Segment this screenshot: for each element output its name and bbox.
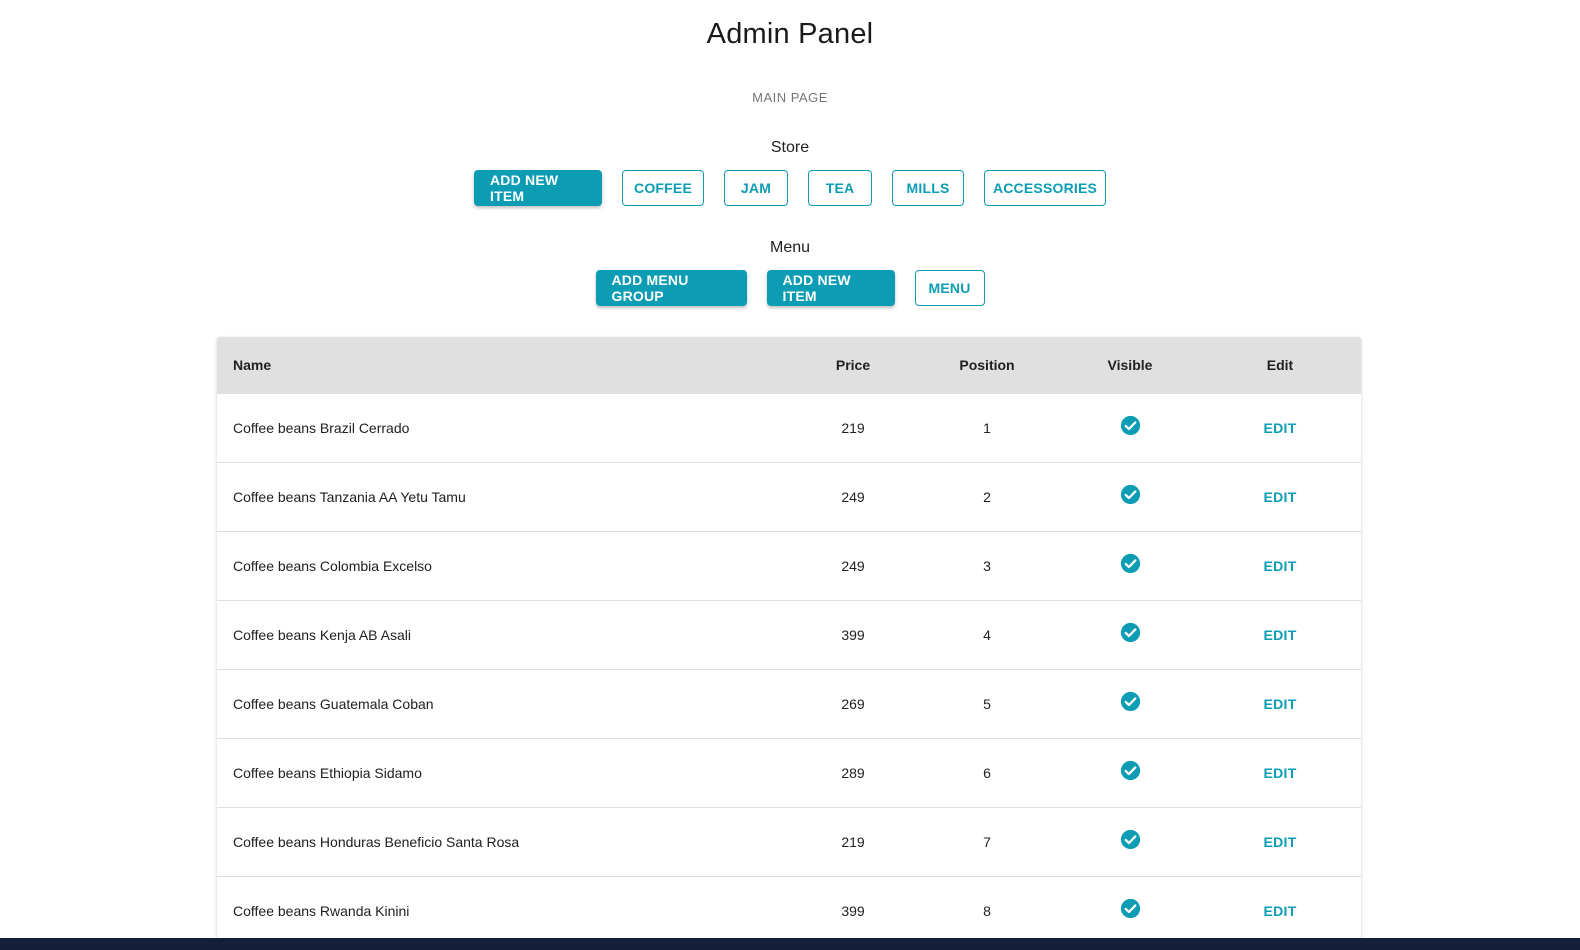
menu-section-label: Menu <box>769 239 811 256</box>
item-edit-cell: EDIT <box>1199 669 1361 738</box>
table-row: Coffee beans Honduras Beneficio Santa Ro… <box>217 807 1361 876</box>
edit-button[interactable]: EDIT <box>1263 420 1296 436</box>
item-edit-cell: EDIT <box>1199 393 1361 462</box>
check-circle-icon <box>1120 622 1140 643</box>
item-name-cell: Coffee beans Colombia Excelso <box>233 557 432 574</box>
item-price-cell: 219 <box>841 833 865 850</box>
store-tea-button[interactable]: TEA <box>808 170 872 206</box>
item-edit-cell: EDIT <box>1199 738 1361 807</box>
table-row: Coffee beans Colombia Excelso 249 3 EDIT <box>217 531 1361 600</box>
menu-button-row: ADD MENU GROUP ADD NEW ITEM MENU <box>0 270 1580 306</box>
check-circle-icon <box>1120 484 1140 505</box>
item-name-cell: Coffee beans Guatemala Coban <box>233 695 434 712</box>
check-circle-icon <box>1120 691 1140 712</box>
main-page-link[interactable]: MAIN PAGE <box>0 90 1580 105</box>
item-position-cell: 3 <box>983 557 991 574</box>
edit-button[interactable]: EDIT <box>1263 558 1296 574</box>
check-circle-icon <box>1120 553 1140 574</box>
item-position-cell: 6 <box>983 764 991 781</box>
edit-button[interactable]: EDIT <box>1263 627 1296 643</box>
item-visible-cell <box>1061 876 1199 945</box>
menu-button[interactable]: MENU <box>914 270 985 306</box>
item-visible-cell <box>1061 669 1199 738</box>
table-row: Coffee beans Ethiopia Sidamo 289 6 EDIT <box>217 738 1361 807</box>
page-title: Admin Panel <box>706 18 874 50</box>
taskbar <box>0 938 1580 950</box>
item-position-cell: 4 <box>983 626 991 643</box>
item-edit-cell: EDIT <box>1199 462 1361 531</box>
item-price-cell: 399 <box>841 902 865 919</box>
add-menu-group-button[interactable]: ADD MENU GROUP <box>595 270 747 306</box>
item-position-cell: 2 <box>983 488 991 505</box>
edit-button[interactable]: EDIT <box>1263 696 1296 712</box>
item-price-cell: 269 <box>841 695 865 712</box>
check-circle-icon <box>1120 829 1140 850</box>
admin-page: Admin Panel MAIN PAGE Store ADD NEW ITEM… <box>0 0 1580 950</box>
item-visible-cell <box>1061 531 1199 600</box>
item-visible-cell <box>1061 738 1199 807</box>
edit-button[interactable]: EDIT <box>1263 489 1296 505</box>
edit-button[interactable]: EDIT <box>1263 903 1296 919</box>
check-circle-icon <box>1120 415 1140 436</box>
item-name-cell: Coffee beans Kenja AB Asali <box>233 626 411 643</box>
item-name-cell: Coffee beans Tanzania AA Yetu Tamu <box>233 488 466 505</box>
item-edit-cell: EDIT <box>1199 531 1361 600</box>
table-body: Coffee beans Brazil Cerrado 219 1 EDIT Coffe… <box>217 393 1361 945</box>
item-visible-cell <box>1061 807 1199 876</box>
table-row: Coffee beans Brazil Cerrado 219 1 EDIT <box>217 393 1361 462</box>
item-name-cell: Coffee beans Honduras Beneficio Santa Ro… <box>233 833 520 850</box>
item-name-cell: Coffee beans Brazil Cerrado <box>233 419 410 436</box>
column-header-visible[interactable]: Visible <box>1061 337 1199 393</box>
item-position-cell: 8 <box>983 902 991 919</box>
item-visible-cell <box>1061 393 1199 462</box>
item-position-cell: 1 <box>983 419 991 436</box>
item-price-cell: 399 <box>841 626 865 643</box>
item-edit-cell: EDIT <box>1199 807 1361 876</box>
column-header-price[interactable]: Price <box>793 337 913 393</box>
table-header-row: Name Price Position Visible Edit <box>217 337 1361 393</box>
item-position-cell: 7 <box>983 833 991 850</box>
item-visible-cell <box>1061 600 1199 669</box>
store-accessories-button[interactable]: ACCESSORIES <box>984 170 1106 206</box>
item-price-cell: 249 <box>841 488 865 505</box>
table-row: Coffee beans Tanzania AA Yetu Tamu 249 2 ED… <box>217 462 1361 531</box>
store-button-row: ADD NEW ITEM COFFEE JAM TEA MILLS ACCESS… <box>0 170 1580 206</box>
item-position-cell: 5 <box>983 695 991 712</box>
items-table: Name Price Position Visible Edit Coffee … <box>217 337 1361 950</box>
store-jam-button[interactable]: JAM <box>724 170 788 206</box>
table-row: Coffee beans Rwanda Kinini 399 8 EDIT <box>217 876 1361 945</box>
edit-button[interactable]: EDIT <box>1263 834 1296 850</box>
item-price-cell: 249 <box>841 557 865 574</box>
store-section-label: Store <box>770 139 810 156</box>
store-coffee-button[interactable]: COFFEE <box>622 170 704 206</box>
column-header-position[interactable]: Position <box>913 337 1061 393</box>
menu-add-new-item-button[interactable]: ADD NEW ITEM <box>766 270 895 306</box>
item-price-cell: 289 <box>841 764 865 781</box>
item-edit-cell: EDIT <box>1199 600 1361 669</box>
item-name-cell: Coffee beans Rwanda Kinini <box>233 902 410 919</box>
store-add-new-item-button[interactable]: ADD NEW ITEM <box>474 170 602 206</box>
table-row: Coffee beans Kenja AB Asali 399 4 EDIT <box>217 600 1361 669</box>
item-edit-cell: EDIT <box>1199 876 1361 945</box>
edit-button[interactable]: EDIT <box>1263 765 1296 781</box>
item-name-cell: Coffee beans Ethiopia Sidamo <box>233 764 422 781</box>
table-row: Coffee beans Guatemala Coban 269 5 EDIT <box>217 669 1361 738</box>
column-header-name[interactable]: Name <box>217 337 793 393</box>
item-visible-cell <box>1061 462 1199 531</box>
check-circle-icon <box>1120 899 1140 919</box>
store-mills-button[interactable]: MILLS <box>892 170 964 206</box>
item-price-cell: 219 <box>841 419 865 436</box>
column-header-edit: Edit <box>1266 356 1294 373</box>
check-circle-icon <box>1120 760 1140 781</box>
